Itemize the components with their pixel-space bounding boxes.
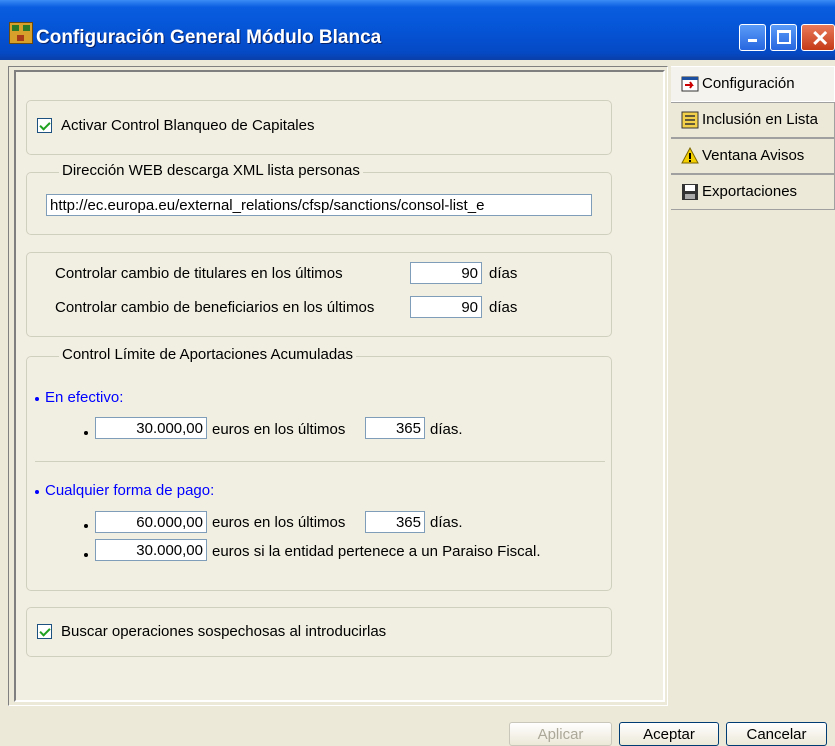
cambio-group: Controlar cambio de titulares en los últ… — [26, 252, 612, 337]
efectivo-bullet — [35, 397, 39, 401]
minimize-button[interactable] — [739, 24, 766, 51]
tab-inclusion-label: Inclusión en Lista — [702, 111, 818, 128]
tab-ventana-avisos-label: Ventana Avisos — [702, 147, 805, 164]
beneficiarios-dias-label: días — [489, 299, 518, 316]
cualquier-bullet — [35, 490, 39, 494]
aplicar-button[interactable]: Aplicar — [509, 722, 612, 746]
cualquier-amount-input[interactable]: 60.000,00 — [95, 511, 207, 533]
efectivo-amount-bullet — [84, 431, 88, 435]
limite-group-legend: Control Límite de Aportaciones Acumulada… — [59, 346, 356, 363]
aceptar-button[interactable]: Aceptar — [619, 722, 719, 746]
tab-ventana-avisos[interactable]: Ventana Avisos — [671, 138, 835, 174]
activar-label: Activar Control Blanqueo de Capitales — [61, 117, 315, 134]
paraiso-amount-input[interactable]: 30.000,00 — [95, 539, 207, 561]
cualquier-amount-bullet — [84, 524, 88, 528]
title-bar: Configuración General Módulo Blanca ✕ — [0, 0, 835, 60]
close-icon: ✕ — [811, 26, 830, 51]
list-icon — [681, 111, 699, 129]
efectivo-amount-input[interactable]: 30.000,00 — [95, 417, 207, 439]
buscar-group: Buscar operaciones sospechosas al introd… — [26, 607, 612, 657]
efectivo-days-input[interactable]: 365 — [365, 417, 425, 439]
buscar-label: Buscar operaciones sospechosas al introd… — [61, 623, 387, 640]
window-title: Configuración General Módulo Blanca — [36, 27, 382, 48]
activar-checkbox[interactable] — [37, 118, 52, 133]
beneficiarios-dias-input[interactable]: 90 — [410, 296, 482, 318]
efectivo-text: euros en los últimos — [212, 421, 346, 438]
app-icon — [9, 22, 33, 44]
cualquier-days-label: días. — [430, 514, 463, 531]
config-panel: Activar Control Blanqueo de Capitales ht… — [14, 70, 665, 702]
beneficiarios-label: Controlar cambio de beneficiarios en los… — [55, 299, 375, 316]
efectivo-days-label: días. — [430, 421, 463, 438]
web-group-legend: Dirección WEB descarga XML lista persona… — [59, 162, 363, 179]
cualquier-days-input[interactable]: 365 — [365, 511, 425, 533]
paraiso-text: euros si la entidad pertenece a un Parai… — [212, 543, 541, 560]
efectivo-label: En efectivo: — [45, 389, 124, 406]
titulares-dias-label: días — [489, 265, 518, 282]
cualquier-label: Cualquier forma de pago: — [45, 482, 215, 499]
maximize-button[interactable] — [770, 24, 797, 51]
paraiso-bullet — [84, 553, 88, 557]
web-url-input[interactable]: http://ec.europa.eu/external_relations/c… — [46, 194, 592, 216]
cualquier-text: euros en los últimos — [212, 514, 346, 531]
warning-icon — [681, 147, 699, 164]
save-icon — [682, 184, 698, 200]
web-group: http://ec.europa.eu/external_relations/c… — [26, 172, 612, 235]
activar-group: Activar Control Blanqueo de Capitales — [26, 100, 612, 155]
tab-inclusion[interactable]: Inclusión en Lista — [671, 102, 835, 138]
titulares-dias-input[interactable]: 90 — [410, 262, 482, 284]
limite-divider — [35, 461, 605, 462]
titulares-label: Controlar cambio de titulares en los últ… — [55, 265, 343, 282]
tab-configuracion-label: Configuración — [702, 75, 795, 92]
tab-strip-background — [668, 212, 835, 706]
buscar-checkbox[interactable] — [37, 624, 52, 639]
close-button[interactable]: ✕ — [801, 24, 835, 51]
tab-exportaciones-label: Exportaciones — [702, 183, 798, 200]
limite-group: En efectivo: 30.000,00 euros en los últi… — [26, 356, 612, 591]
tab-exportaciones[interactable]: Exportaciones — [671, 174, 835, 210]
cancelar-button[interactable]: Cancelar — [726, 722, 827, 746]
config-icon — [681, 76, 699, 92]
tab-configuracion[interactable]: Configuración — [671, 66, 835, 102]
